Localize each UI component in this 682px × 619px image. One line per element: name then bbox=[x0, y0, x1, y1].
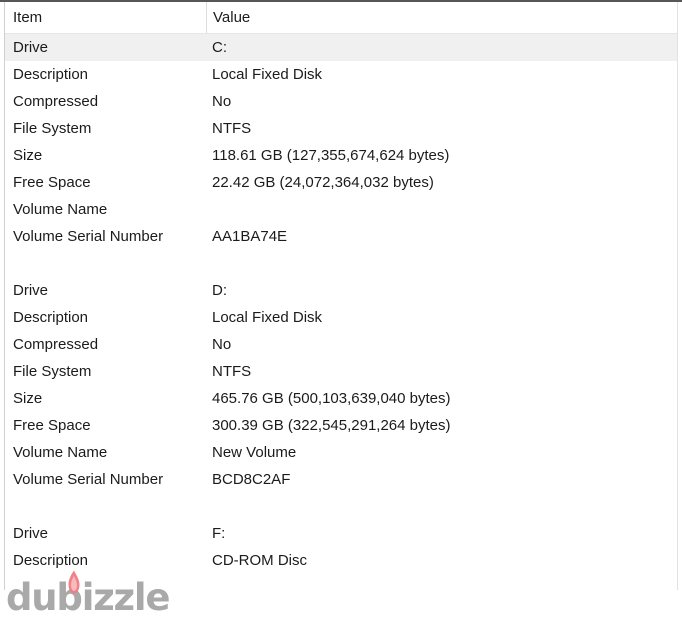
cell-value: 118.61 GB (127,355,674,624 bytes) bbox=[212, 147, 450, 164]
table-row[interactable]: Drive C: bbox=[5, 34, 677, 61]
cell-value: NTFS bbox=[212, 363, 252, 380]
listview-body: Drive C: Description Local Fixed Disk Compre… bbox=[5, 34, 677, 574]
table-row[interactable]: Description Local Fixed Disk bbox=[5, 61, 677, 88]
table-row[interactable]: Description CD-ROM Disc bbox=[5, 547, 677, 574]
column-header-item[interactable]: Item bbox=[13, 2, 42, 33]
table-row[interactable]: Volume Serial Number BCD8C2AF bbox=[5, 466, 677, 493]
cell-value: No bbox=[212, 93, 232, 110]
table-row[interactable]: Volume Serial Number AA1BA74E bbox=[5, 223, 677, 250]
cell-item: Size bbox=[13, 147, 43, 164]
table-row[interactable]: Compressed No bbox=[5, 331, 677, 358]
cell-item: Description bbox=[13, 309, 89, 326]
drive-details-screen: Item Value Drive C: Description Local Fixed… bbox=[0, 0, 682, 618]
cell-value: NTFS bbox=[212, 120, 252, 137]
cell-item: Size bbox=[13, 390, 43, 407]
cell-item: File System bbox=[13, 120, 92, 137]
cell-value: BCD8C2AF bbox=[212, 471, 291, 488]
cell-value: 300.39 GB (322,545,291,264 bytes) bbox=[212, 417, 451, 434]
cell-item: File System bbox=[13, 363, 92, 380]
cell-item: Drive bbox=[13, 282, 49, 299]
cell-value: No bbox=[212, 336, 232, 353]
cell-value: CD-ROM Disc bbox=[212, 552, 307, 569]
cell-value: AA1BA74E bbox=[212, 228, 288, 245]
cell-value: 22.42 GB (24,072,364,032 bytes) bbox=[212, 174, 434, 191]
cell-item: Compressed bbox=[13, 336, 99, 353]
cell-value: C: bbox=[212, 39, 227, 56]
table-row[interactable]: Volume Name bbox=[5, 196, 677, 223]
cell-value: F: bbox=[212, 525, 226, 542]
table-row[interactable]: File System NTFS bbox=[5, 115, 677, 142]
cell-item: Volume Serial Number bbox=[13, 228, 164, 245]
table-row[interactable]: Free Space 300.39 GB (322,545,291,264 byt… bbox=[5, 412, 677, 439]
table-row-spacer bbox=[5, 493, 677, 520]
cell-value: Local Fixed Disk bbox=[212, 309, 323, 326]
drive-details-listview[interactable]: Item Value Drive C: Description Local Fixed… bbox=[4, 2, 678, 590]
table-row[interactable]: Size 118.61 GB (127,355,674,624 bytes) bbox=[5, 142, 677, 169]
cell-item: Volume Name bbox=[13, 201, 108, 218]
cell-item: Volume Serial Number bbox=[13, 471, 164, 488]
table-row[interactable]: Drive F: bbox=[5, 520, 677, 547]
table-row[interactable]: Compressed No bbox=[5, 88, 677, 115]
column-header-value[interactable]: Value bbox=[206, 2, 250, 33]
cell-item: Drive bbox=[13, 39, 49, 56]
cell-value: New Volume bbox=[212, 444, 297, 461]
listview-header: Item Value bbox=[5, 2, 677, 34]
cell-item: Description bbox=[13, 66, 89, 83]
table-row[interactable]: Volume Name New Volume bbox=[5, 439, 677, 466]
table-row[interactable]: Free Space 22.42 GB (24,072,364,032 bytes… bbox=[5, 169, 677, 196]
table-row-spacer bbox=[5, 250, 677, 277]
cell-item: Free Space bbox=[13, 417, 91, 434]
table-row[interactable]: Description Local Fixed Disk bbox=[5, 304, 677, 331]
table-row[interactable]: Size 465.76 GB (500,103,639,040 bytes) bbox=[5, 385, 677, 412]
cell-value: Local Fixed Disk bbox=[212, 66, 323, 83]
cell-item: Compressed bbox=[13, 93, 99, 110]
table-row[interactable]: File System NTFS bbox=[5, 358, 677, 385]
cell-item: Volume Name bbox=[13, 444, 108, 461]
table-row[interactable]: Drive D: bbox=[5, 277, 677, 304]
cell-value: D: bbox=[212, 282, 227, 299]
cell-value: 465.76 GB (500,103,639,040 bytes) bbox=[212, 390, 451, 407]
cell-item: Free Space bbox=[13, 174, 91, 191]
cell-item: Description bbox=[13, 552, 89, 569]
cell-item: Drive bbox=[13, 525, 49, 542]
